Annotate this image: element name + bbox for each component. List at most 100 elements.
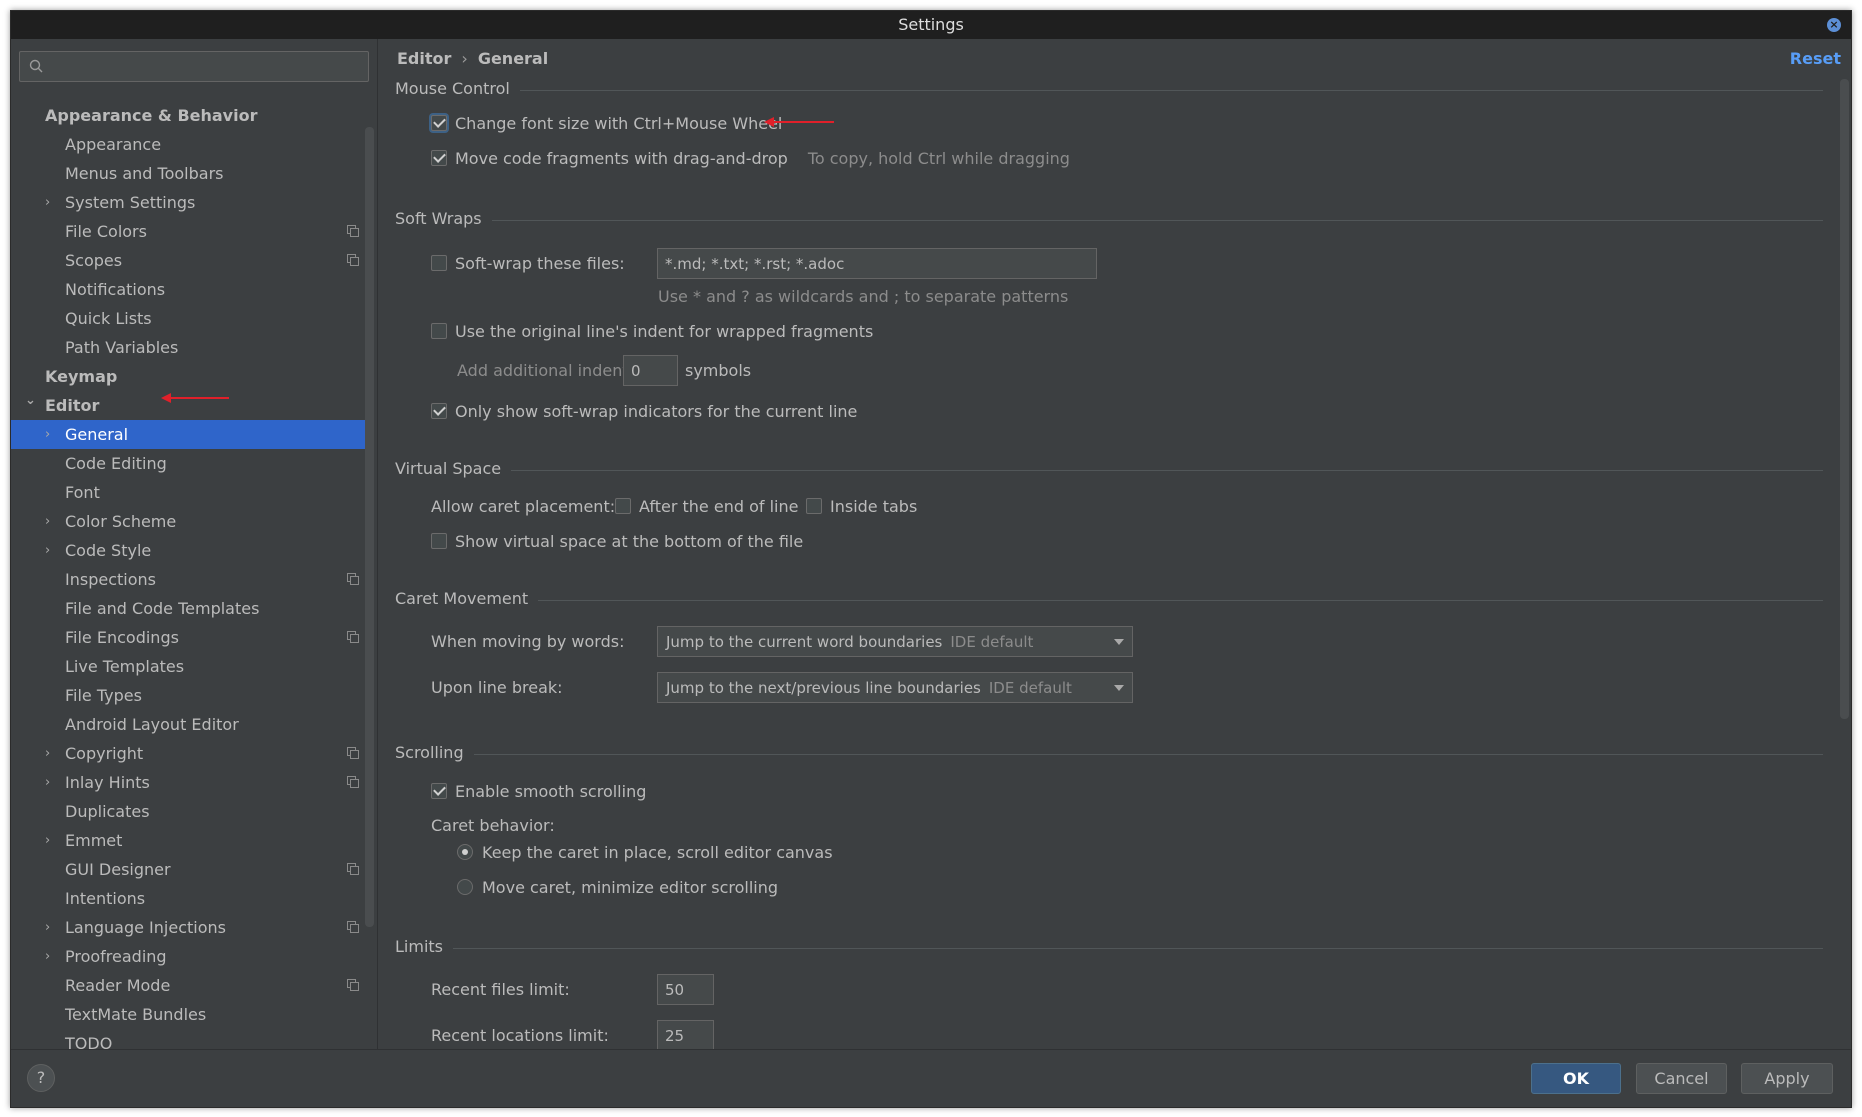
ok-button[interactable]: OK (1531, 1063, 1621, 1094)
tree-item[interactable]: Android Layout Editor (11, 710, 367, 739)
tree-item[interactable]: Appearance (11, 130, 367, 159)
inside-tabs-option[interactable]: Inside tabs (806, 494, 917, 518)
tree-item[interactable]: File and Code Templates (11, 594, 367, 623)
tree-item[interactable]: Reader Mode (11, 971, 367, 1000)
bottom-of-file-option[interactable]: Show virtual space at the bottom of the … (431, 529, 803, 553)
search-input[interactable] (19, 51, 369, 82)
additional-indent-field[interactable]: 0 (623, 355, 678, 386)
tree-item-label: File Colors (65, 222, 147, 241)
line-break-select[interactable]: Jump to the next/previous line boundarie… (657, 672, 1133, 703)
tree-item[interactable]: Font (11, 478, 367, 507)
tree-item[interactable]: TextMate Bundles (11, 1000, 367, 1029)
chevron-right-icon[interactable]: › (45, 826, 59, 855)
smooth-scrolling-option[interactable]: Enable smooth scrolling (431, 779, 646, 803)
tree-item-label: Copyright (65, 744, 144, 763)
chevron-right-icon[interactable]: › (45, 768, 59, 797)
additional-indent-label: Add additional indent: (457, 360, 634, 380)
recent-locations-field[interactable]: 25 (657, 1020, 714, 1049)
chevron-down-icon[interactable]: ⌄ (25, 386, 39, 415)
close-icon[interactable]: × (1827, 18, 1841, 32)
drag-drop-option[interactable]: Move code fragments with drag-and-drop T… (431, 146, 1070, 170)
softwrap-files-option[interactable]: Soft-wrap these files: (431, 251, 625, 275)
softwrap-patterns-field[interactable]: *.md; *.txt; *.rst; *.adoc (657, 248, 1097, 279)
tree-item[interactable]: TODO (11, 1029, 367, 1049)
chevron-right-icon[interactable]: › (45, 913, 59, 942)
breadcrumb-parent[interactable]: Editor (397, 49, 451, 68)
original-indent-checkbox[interactable] (431, 323, 447, 339)
reset-link[interactable]: Reset (1790, 49, 1841, 68)
tree-item[interactable]: › Code Style (11, 536, 367, 565)
chevron-right-icon[interactable]: › (45, 420, 59, 449)
tree-item[interactable]: Live Templates (11, 652, 367, 681)
inside-tabs-checkbox[interactable] (806, 498, 822, 514)
section-title: Scrolling (395, 743, 474, 762)
tree-item[interactable]: File Types (11, 681, 367, 710)
tree-item-label: Scopes (65, 251, 123, 270)
tree-item[interactable]: Menus and Toolbars (11, 159, 367, 188)
tree-item-label: Intentions (65, 889, 146, 908)
tree-item[interactable]: Appearance & Behavior (11, 101, 367, 130)
chevron-right-icon[interactable]: › (45, 942, 59, 971)
tree-item[interactable]: Quick Lists (11, 304, 367, 333)
after-end-checkbox[interactable] (615, 498, 631, 514)
keep-caret-option[interactable]: Keep the caret in place, scroll editor c… (457, 840, 833, 864)
current-line-only-checkbox[interactable] (431, 403, 447, 419)
move-caret-option[interactable]: Move caret, minimize editor scrolling (457, 875, 778, 899)
sidebar-scrollbar[interactable] (365, 127, 374, 927)
tree-item[interactable]: › System Settings (11, 188, 367, 217)
bottom-of-file-checkbox[interactable] (431, 533, 447, 549)
tree-item[interactable]: File Encodings (11, 623, 367, 652)
original-indent-option[interactable]: Use the original line's indent for wrapp… (431, 319, 873, 343)
tree-item[interactable]: Path Variables (11, 333, 367, 362)
tree-item[interactable]: Keymap (11, 362, 367, 391)
tree-item[interactable]: Duplicates (11, 797, 367, 826)
line-break-label: Upon line break: (431, 677, 563, 697)
smooth-scrolling-checkbox[interactable] (431, 783, 447, 799)
tree-item-label: Appearance & Behavior (45, 106, 258, 125)
tree-item-label: Path Variables (65, 338, 179, 357)
recent-locations-label: Recent locations limit: (431, 1025, 609, 1045)
chevron-right-icon[interactable]: › (45, 507, 59, 536)
cancel-button[interactable]: Cancel (1636, 1063, 1727, 1094)
font-size-wheel-checkbox[interactable] (431, 115, 447, 131)
current-line-only-option[interactable]: Only show soft-wrap indicators for the c… (431, 399, 857, 423)
tree-item[interactable]: GUI Designer (11, 855, 367, 884)
chevron-down-icon (1114, 639, 1124, 645)
content-scrollbar[interactable] (1840, 79, 1849, 719)
softwrap-files-checkbox[interactable] (431, 255, 447, 271)
tree-item[interactable]: › Inlay Hints (11, 768, 367, 797)
tree-item[interactable]: › General (11, 420, 367, 449)
section-virtual-space: Virtual Space (395, 459, 1823, 481)
tree-item-label: Quick Lists (65, 309, 152, 328)
tree-item-label: TextMate Bundles (65, 1005, 207, 1024)
tree-item[interactable]: › Emmet (11, 826, 367, 855)
after-end-option[interactable]: After the end of line (615, 494, 798, 518)
font-size-wheel-option[interactable]: Change font size with Ctrl+Mouse Wheel (431, 111, 782, 135)
tree-item-label: Font (65, 483, 100, 502)
help-button[interactable]: ? (27, 1064, 55, 1092)
drag-drop-hint: To copy, hold Ctrl while dragging (807, 148, 1070, 168)
tree-item[interactable]: Scopes (11, 246, 367, 275)
apply-button[interactable]: Apply (1741, 1063, 1833, 1094)
tree-item[interactable]: Notifications (11, 275, 367, 304)
project-scope-icon (347, 921, 359, 933)
tree-item[interactable]: › Color Scheme (11, 507, 367, 536)
move-caret-radio[interactable] (457, 879, 473, 895)
tree-item-label: Code Editing (65, 454, 167, 473)
tree-item[interactable]: File Colors (11, 217, 367, 246)
current-line-only-label: Only show soft-wrap indicators for the c… (455, 401, 858, 421)
tree-item[interactable]: › Proofreading (11, 942, 367, 971)
drag-drop-checkbox[interactable] (431, 150, 447, 166)
chevron-right-icon[interactable]: › (45, 536, 59, 565)
moving-by-words-select[interactable]: Jump to the current word boundaries IDE … (657, 626, 1133, 657)
tree-item[interactable]: › Language Injections (11, 913, 367, 942)
keep-caret-radio[interactable] (457, 844, 473, 860)
chevron-right-icon[interactable]: › (45, 188, 59, 217)
chevron-right-icon[interactable]: › (45, 739, 59, 768)
line-break-value: Jump to the next/previous line boundarie… (666, 678, 981, 697)
recent-files-field[interactable]: 50 (657, 974, 714, 1005)
tree-item[interactable]: Intentions (11, 884, 367, 913)
tree-item[interactable]: Code Editing (11, 449, 367, 478)
tree-item[interactable]: › Copyright (11, 739, 367, 768)
tree-item[interactable]: Inspections (11, 565, 367, 594)
